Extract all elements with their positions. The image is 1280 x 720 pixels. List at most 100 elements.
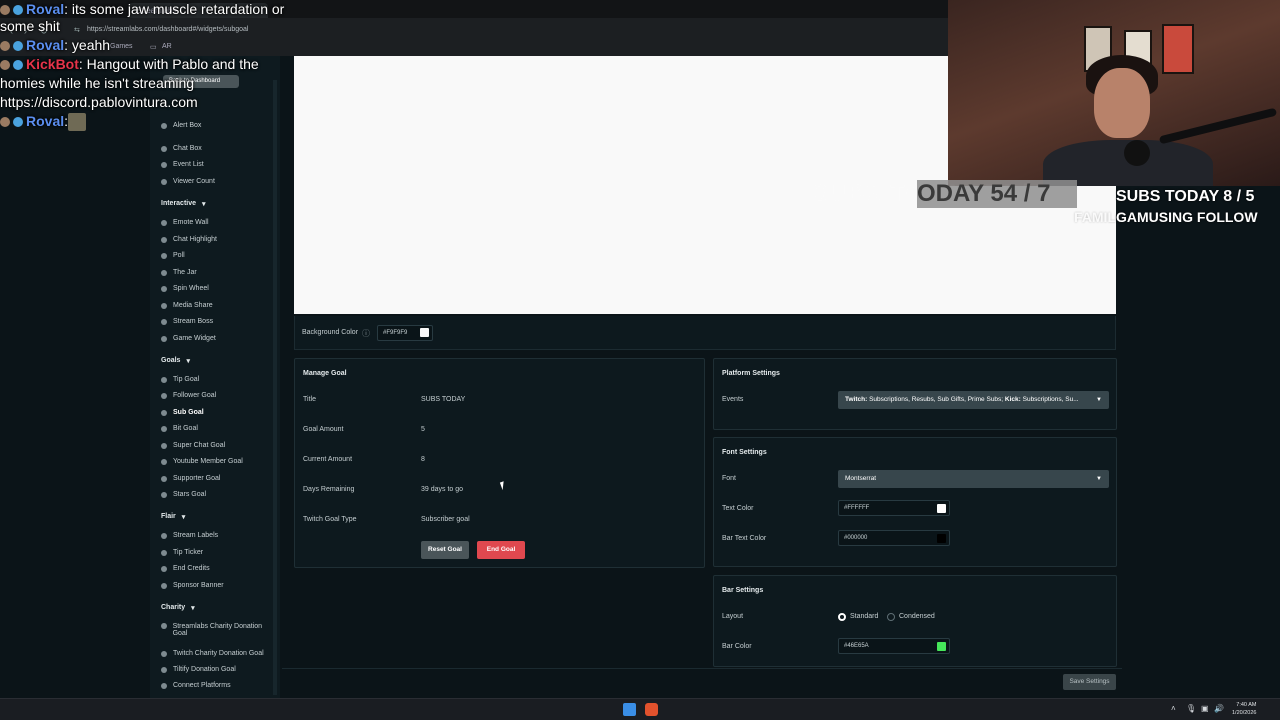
sidebar-item-supporter-goal[interactable]: Supporter Goal [161, 475, 220, 482]
sidebar-item-viewer-count[interactable]: Viewer Count [161, 178, 215, 185]
sidebar-heading-charity[interactable]: Charity ▾ [161, 604, 195, 612]
windows-start-icon[interactable] [623, 703, 636, 716]
sidebar-item-label: Youtube Member Goal [173, 458, 243, 465]
widget-icon [161, 392, 167, 399]
sidebar-item-label: Viewer Count [173, 178, 215, 185]
sidebar-item-stars-goal[interactable]: Stars Goal [161, 491, 206, 498]
sidebar-item-streamlabs-charity-donation-goal[interactable]: Streamlabs Charity Donation Goal [161, 623, 271, 637]
bar-text-color-input[interactable]: #000000 [838, 530, 950, 546]
layout-condensed-radio[interactable] [887, 613, 895, 621]
user-avatar-badge [0, 5, 10, 16]
text-color-swatch[interactable] [937, 504, 946, 513]
sword-badge-icon [13, 117, 23, 128]
chat-username: Roval [26, 113, 65, 129]
sidebar-item-sponsor-banner[interactable]: Sponsor Banner [161, 582, 224, 589]
font-settings-panel: Font Settings Font Montserrat ▼ Text Col… [713, 437, 1117, 567]
site-settings-icon[interactable]: ⇆ [74, 26, 80, 34]
sidebar-item-stream-boss[interactable]: Stream Boss [161, 318, 213, 325]
bar-color-swatch[interactable] [937, 642, 946, 651]
chat-message: Roval: [0, 112, 87, 132]
sidebar-item-twitch-charity-donation-goal[interactable]: Twitch Charity Donation Goal [161, 650, 264, 657]
sidebar-item-follower-goal[interactable]: Follower Goal [161, 392, 216, 399]
sidebar-heading-goals[interactable]: Goals ▾ [161, 357, 190, 365]
user-avatar-badge [0, 60, 10, 71]
sidebar-item-bit-goal[interactable]: Bit Goal [161, 425, 198, 432]
goal-amount-value: 5 [421, 426, 425, 433]
wall-frame-3 [1162, 24, 1194, 74]
sidebar-item-label: Connect Platforms [173, 682, 231, 689]
sidebar-item-end-credits[interactable]: End Credits [161, 565, 210, 572]
events-kick-label: Kick: [1004, 396, 1021, 403]
manage-goal-panel: Manage Goal Title SUBS TODAY Goal Amount… [294, 358, 705, 568]
sidebar-item-media-share[interactable]: Media Share [161, 302, 213, 309]
widget-icon [161, 682, 167, 689]
bar-color-label: Bar Color [722, 643, 752, 650]
chat-message: KickBot: Hangout with Pablo and the [0, 55, 259, 74]
reset-goal-button[interactable]: Reset Goal [421, 541, 469, 559]
volume-icon[interactable]: 🔊 [1214, 704, 1224, 713]
follow-overlay: FAMILGAMUSING FOLLOW [1074, 209, 1258, 225]
sidebar-item-emote-wall[interactable]: Emote Wall [161, 219, 209, 226]
sidebar-item-sub-goal[interactable]: Sub Goal [161, 409, 204, 416]
goal-title-label: Title [303, 396, 316, 403]
end-goal-button[interactable]: End Goal [477, 541, 525, 559]
widget-icon [161, 161, 167, 168]
url-text[interactable]: https://streamlabs.com/dashboard#/widget… [87, 26, 248, 33]
background-color-swatch[interactable] [420, 328, 429, 337]
text-color-input[interactable]: #FFFFFF [838, 500, 950, 516]
widget-icon [161, 318, 167, 325]
streamer-face [1094, 68, 1150, 138]
layout-standard-label[interactable]: Standard [850, 613, 878, 620]
sidebar-scrollbar[interactable] [273, 80, 277, 695]
sidebar-item-the-jar[interactable]: The Jar [161, 269, 197, 276]
clock[interactable]: 7:40 AM 1/20/2026 [1232, 701, 1256, 717]
url-bar[interactable]: ‹ › ↻ ⇆ https://streamlabs.com/dashboard… [0, 22, 948, 40]
sidebar-item-alert-box[interactable]: Alert Box [161, 122, 201, 129]
microphone-icon[interactable]: 🎙 [1186, 704, 1196, 713]
widgets-sidebar: Alert Box Chat Box Event List Viewer Count I… [150, 56, 280, 698]
sidebar-item-poll[interactable]: Poll [161, 252, 185, 259]
sidebar-item-game-widget[interactable]: Game Widget [161, 335, 216, 342]
bookmark-ar[interactable]: AR [162, 43, 172, 50]
info-icon[interactable]: ⓘ [362, 328, 370, 339]
brave-browser-icon[interactable] [645, 703, 658, 716]
sidebar-item-youtube-member-goal[interactable]: Youtube Member Goal [161, 458, 243, 465]
sidebar-item-stream-labels[interactable]: Stream Labels [161, 532, 218, 539]
tray-chevron-icon[interactable]: ˄ [1171, 704, 1176, 713]
sidebar-item-connect-platforms[interactable]: Connect Platforms [161, 682, 231, 689]
layout-standard-radio[interactable] [838, 613, 846, 621]
save-settings-button[interactable]: Save Settings [1063, 674, 1116, 690]
font-select[interactable]: Montserrat ▼ [838, 470, 1109, 488]
widget-icon [161, 475, 167, 482]
bar-color-input[interactable]: #46E65A [838, 638, 950, 654]
sidebar-item-super-chat-goal[interactable]: Super Chat Goal [161, 442, 225, 449]
sidebar-item-spin-wheel[interactable]: Spin Wheel [161, 285, 209, 292]
sidebar-item-label: Streamlabs Charity Donation Goal [172, 623, 263, 637]
sidebar-item-chat-highlight[interactable]: Chat Highlight [161, 236, 217, 243]
bookmarks-bar: Games ▭ AR [0, 40, 948, 56]
layout-label: Layout [722, 613, 744, 620]
sidebar-heading-interactive[interactable]: Interactive ▾ [161, 200, 206, 208]
sidebar-item-chat-box[interactable]: Chat Box [161, 145, 202, 152]
bar-settings-panel: Bar Settings Layout Standard Condensed B… [713, 575, 1117, 667]
events-kick-value: Subscriptions, Su... [1020, 396, 1079, 403]
bar-text-color-swatch[interactable] [937, 534, 946, 543]
layout-condensed-label[interactable]: Condensed [899, 613, 935, 620]
sidebar-item-label: Stream Labels [173, 532, 219, 539]
network-icon[interactable]: ▣ [1201, 704, 1209, 713]
sidebar-item-tiltify-donation-goal[interactable]: Tiltify Donation Goal [161, 666, 236, 673]
sidebar-item-tip-ticker[interactable]: Tip Ticker [161, 549, 203, 556]
sidebar-item-label: Tip Goal [173, 376, 200, 383]
widget-icon [161, 458, 167, 465]
taskbar: ˄ 🎙 ▣ 🔊 7:40 AM 1/20/2026 [0, 698, 1280, 720]
events-select[interactable]: Twitch: Subscriptions, Resubs, Sub Gifts… [838, 391, 1109, 409]
bookmark-games[interactable]: Games [110, 43, 133, 50]
sidebar-item-event-list[interactable]: Event List [161, 161, 204, 168]
widget-icon [161, 666, 167, 673]
chat-message: some shit [0, 17, 60, 36]
follow-overlay-dim: FAMIL [1074, 209, 1116, 225]
sidebar-heading-flair[interactable]: Flair ▾ [161, 513, 185, 521]
sidebar-item-tip-goal[interactable]: Tip Goal [161, 376, 199, 383]
goal-amount-label: Goal Amount [303, 426, 344, 433]
sidebar-item-label: Event List [173, 161, 204, 168]
